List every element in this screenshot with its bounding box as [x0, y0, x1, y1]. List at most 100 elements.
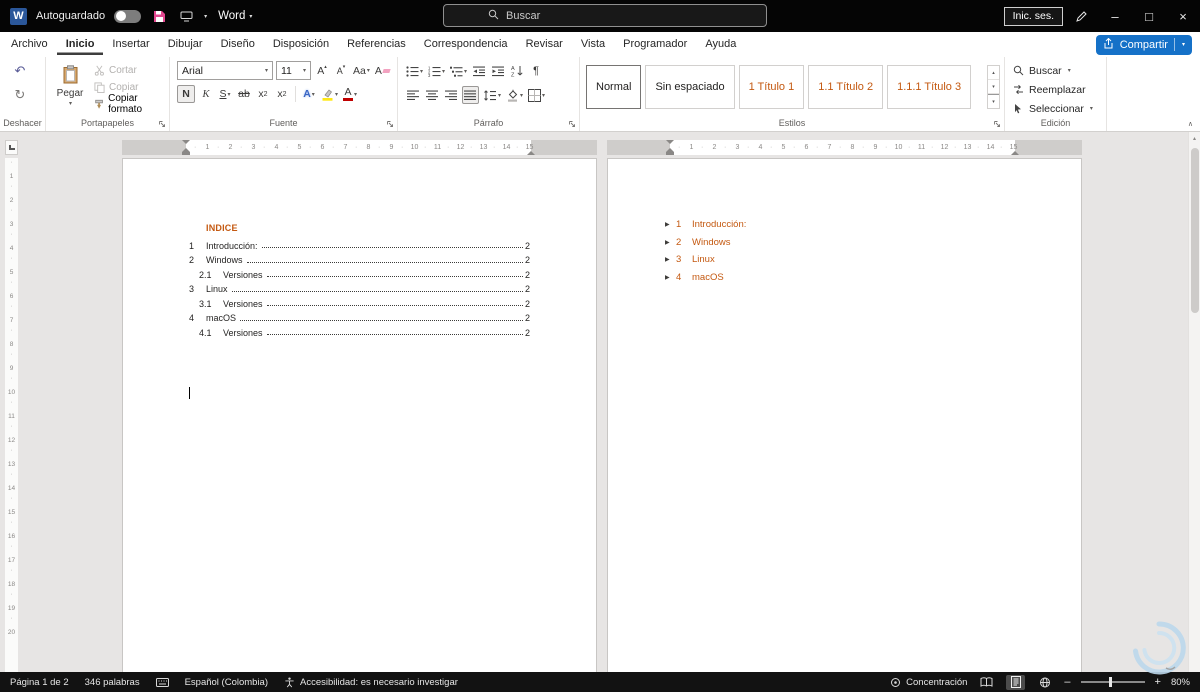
justify-button[interactable] — [462, 86, 479, 104]
multilevel-list-button[interactable]: ▾ — [449, 62, 468, 80]
paragraph-dialog-launcher[interactable] — [568, 120, 576, 128]
tab-diseño[interactable]: Diseño — [212, 34, 264, 55]
left-indent-marker[interactable] — [182, 152, 190, 155]
undo-button[interactable]: ↶ — [12, 62, 28, 80]
text-effects-button[interactable]: A ▾ — [301, 85, 317, 103]
shrink-font-button[interactable]: A ▾ — [333, 62, 349, 80]
paste-button[interactable]: Pegar ▾ — [52, 59, 88, 112]
style-titulo-2[interactable]: 1.1 Título 2 — [808, 65, 884, 109]
left-indent-marker[interactable] — [666, 152, 674, 155]
find-button[interactable]: Buscar ▾ — [1013, 62, 1071, 79]
toc-entry[interactable]: 3.1 Versiones 2 — [189, 294, 530, 309]
font-size-select[interactable]: 11 ▾ — [276, 61, 311, 80]
tab-insertar[interactable]: Insertar — [103, 34, 158, 55]
toc-entry[interactable]: 2.1 Versiones 2 — [189, 265, 530, 280]
show-marks-button[interactable]: ¶ — [528, 62, 544, 80]
collapse-triangle-icon[interactable]: ▶ — [665, 274, 676, 281]
sort-button[interactable]: AZ — [509, 62, 525, 80]
superscript-button[interactable]: x2 — [274, 85, 290, 103]
tab-inicio[interactable]: Inicio — [57, 34, 104, 55]
styles-gallery-expand-button[interactable]: ▾ — [988, 94, 999, 108]
underline-button[interactable]: S ▾ — [217, 85, 233, 103]
tab-dibujar[interactable]: Dibujar — [159, 34, 212, 55]
quick-access-chevron-icon[interactable]: ▾ — [204, 13, 207, 20]
align-center-button[interactable] — [424, 86, 440, 104]
styles-scroll-up-button[interactable]: ▴ — [988, 66, 999, 80]
collapse-triangle-icon[interactable]: ▶ — [665, 256, 676, 263]
scroll-up-icon[interactable]: ▴ — [1189, 135, 1200, 142]
minimize-button[interactable]: – — [1098, 0, 1132, 32]
print-layout-button[interactable] — [1006, 674, 1026, 690]
maximize-button[interactable]: □ — [1132, 0, 1166, 32]
align-left-button[interactable] — [405, 86, 421, 104]
toc-entry[interactable]: 3 Linux 2 — [189, 280, 530, 294]
highlight-button[interactable]: ▾ — [320, 85, 339, 103]
zoom-out-button[interactable]: – — [1064, 676, 1070, 688]
style-sin-espaciado[interactable]: Sin espaciado — [645, 65, 735, 109]
line-spacing-button[interactable]: ▾ — [482, 86, 502, 104]
read-mode-button[interactable] — [977, 675, 996, 690]
outline-heading[interactable]: ▶ 4 macOS — [665, 269, 746, 287]
tab-selector[interactable] — [5, 140, 18, 155]
style-titulo-3[interactable]: 1.1.1 Título 3 — [887, 65, 972, 109]
quick-access-icon[interactable] — [177, 7, 195, 25]
font-family-select[interactable]: Arial ▾ — [177, 61, 273, 80]
strikethrough-button[interactable]: ab — [236, 85, 252, 103]
font-dialog-launcher[interactable] — [386, 120, 394, 128]
zoom-in-button[interactable]: + — [1155, 676, 1161, 688]
style-normal[interactable]: Normal — [586, 65, 642, 109]
grow-font-button[interactable]: A ▴ — [314, 62, 330, 80]
focus-button[interactable]: Concentración — [890, 677, 967, 688]
bold-button[interactable]: N — [177, 85, 195, 103]
word-count[interactable]: 346 palabras — [85, 677, 140, 688]
toc-entry[interactable]: 2 Windows 2 — [189, 251, 530, 265]
select-button[interactable]: Seleccionar ▾ — [1013, 100, 1093, 117]
toc-entry[interactable]: 1 Introducción: 2 — [189, 236, 530, 251]
page-indicator[interactable]: Página 1 de 2 — [10, 677, 69, 688]
numbering-button[interactable]: 123 ▾ — [427, 62, 446, 80]
zoom-slider-thumb[interactable] — [1108, 677, 1112, 687]
replace-button[interactable]: Reemplazar — [1013, 81, 1086, 98]
styles-dialog-launcher[interactable] — [993, 120, 1001, 128]
bullets-button[interactable]: ▾ — [405, 62, 424, 80]
h-ruler-1[interactable]: 123456789101112131415 — [122, 140, 597, 155]
ink-pen-icon[interactable] — [1075, 10, 1088, 23]
h-ruler-2[interactable]: 123456789101112131415 — [607, 140, 1082, 155]
autosave-toggle[interactable] — [114, 9, 142, 23]
subscript-button[interactable]: x2 — [255, 85, 271, 103]
vertical-scrollbar[interactable]: ▴ — [1188, 132, 1200, 672]
outline-heading[interactable]: ▶ 3 Linux — [665, 251, 746, 269]
toc-entry[interactable]: 4.1 Versiones 2 — [189, 323, 530, 338]
document-page-2[interactable]: ▶ 1 Introducción: ▶ 2 Windows ▶ 3 Linux ▶ 4 macOS — [607, 158, 1082, 672]
outline-heading[interactable]: ▶ 2 Windows — [665, 234, 746, 252]
language-indicator[interactable]: Español (Colombia) — [185, 677, 268, 688]
tab-vista[interactable]: Vista — [572, 34, 614, 55]
cut-button[interactable]: Cortar — [94, 62, 169, 78]
change-case-button[interactable]: Aa ▾ — [352, 62, 371, 80]
keyboard-language-icon[interactable] — [155, 677, 169, 687]
share-button[interactable]: Compartir ▾ — [1095, 34, 1192, 55]
tab-disposición[interactable]: Disposición — [264, 34, 338, 55]
first-line-indent-marker[interactable] — [666, 140, 674, 144]
close-button[interactable]: × — [1166, 0, 1200, 32]
scrollbar-thumb[interactable] — [1191, 148, 1199, 313]
increase-indent-button[interactable] — [490, 62, 506, 80]
sign-in-button[interactable]: Inic. ses. — [1003, 6, 1063, 26]
redo-button[interactable]: ↻ — [12, 86, 28, 104]
clipboard-dialog-launcher[interactable] — [158, 120, 166, 128]
right-indent-marker[interactable] — [1011, 151, 1019, 155]
toc-entry[interactable]: 4 macOS 2 — [189, 309, 530, 323]
accessibility-status[interactable]: Accesibilidad: es necesario investigar — [284, 677, 458, 688]
word-logo-icon[interactable]: W — [10, 7, 27, 25]
collapse-triangle-icon[interactable]: ▶ — [665, 221, 676, 228]
collapse-ribbon-button[interactable]: ∧ — [1188, 120, 1193, 128]
format-painter-button[interactable]: Copiar formato — [94, 93, 169, 115]
first-line-indent-marker[interactable] — [182, 140, 190, 144]
font-color-button[interactable]: A ▾ — [342, 85, 358, 103]
decrease-indent-button[interactable] — [471, 62, 487, 80]
app-menu-word[interactable]: Word ▾ — [218, 10, 252, 22]
right-indent-marker[interactable] — [527, 151, 535, 155]
italic-button[interactable]: K — [198, 85, 214, 103]
clear-formatting-button[interactable]: A — [374, 62, 391, 80]
tab-correspondencia[interactable]: Correspondencia — [415, 34, 517, 55]
